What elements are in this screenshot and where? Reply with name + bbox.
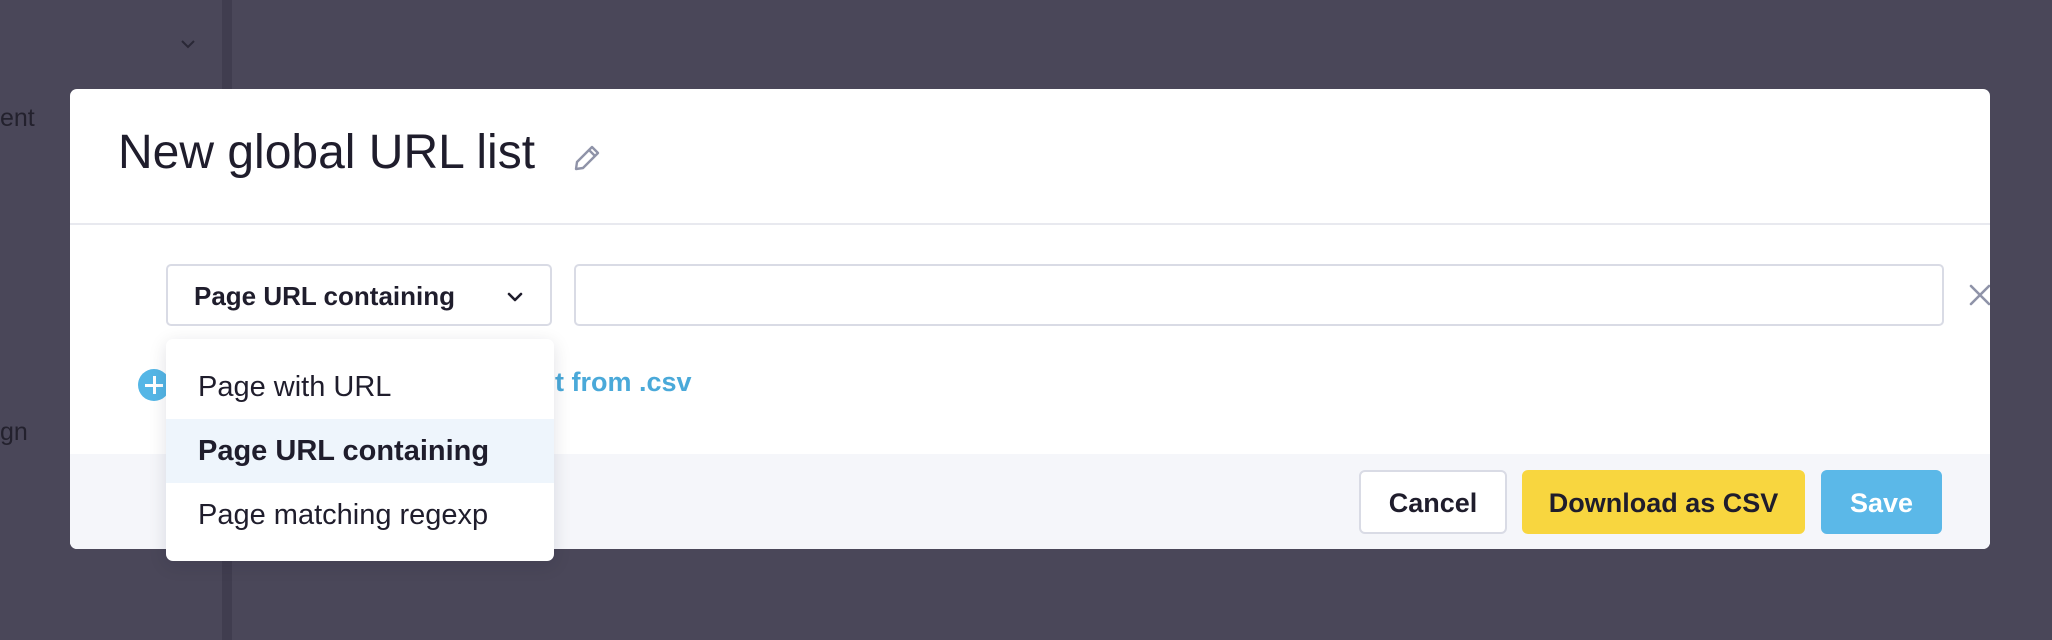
modal-title: New global URL list <box>118 126 536 179</box>
dropdown-option-page-url-containing[interactable]: Page URL containing <box>166 419 554 483</box>
modal-header: New global URL list <box>70 89 1990 225</box>
background-text: ent <box>0 104 35 132</box>
save-button[interactable]: Save <box>1821 470 1942 534</box>
background-text: gn <box>0 418 28 446</box>
dropdown-option-page-matching-regexp[interactable]: Page matching regexp <box>166 483 554 547</box>
url-value-input[interactable] <box>574 264 1944 326</box>
rule-type-selected-value: Page URL containing <box>194 281 455 311</box>
import-from-csv-link[interactable]: t from .csv <box>555 367 692 398</box>
download-csv-button[interactable]: Download as CSV <box>1522 470 1805 534</box>
chevron-down-icon <box>507 292 523 302</box>
rule-type-select[interactable]: Page URL containing <box>166 264 552 326</box>
chevron-down-icon <box>181 40 195 49</box>
pencil-icon[interactable] <box>570 141 604 175</box>
close-icon[interactable] <box>1964 279 1990 311</box>
dropdown-option-page-with-url[interactable]: Page with URL <box>166 355 554 419</box>
cancel-button[interactable]: Cancel <box>1359 470 1507 534</box>
rule-type-dropdown-menu: Page with URL Page URL containing Page m… <box>166 339 554 561</box>
